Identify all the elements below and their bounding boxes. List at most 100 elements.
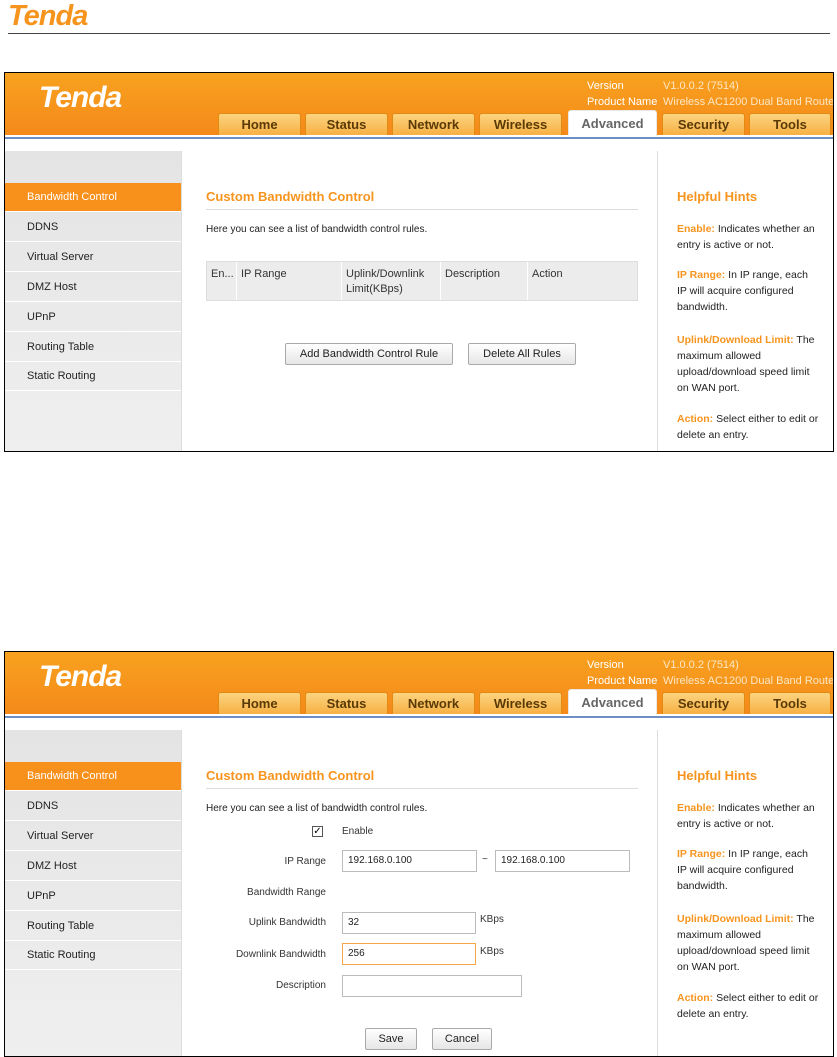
description-label: Description — [275, 980, 326, 991]
version-label: Version — [587, 659, 624, 671]
page-title: Custom Bandwidth Control — [206, 768, 375, 783]
hint-action-term: Action: — [677, 992, 714, 1004]
sidebar-item-dmz-host[interactable]: DMZ Host — [5, 852, 181, 881]
product-name-value: Wireless AC1200 Dual Band Router — [663, 675, 834, 687]
downlink-bandwidth-input[interactable]: 256 — [342, 943, 476, 965]
column-separator — [440, 262, 441, 300]
version-label: Version — [587, 80, 624, 92]
sidebar-item-virtual-server[interactable]: Virtual Server — [5, 243, 181, 272]
column-separator — [341, 262, 342, 300]
delete-all-rules-button[interactable]: Delete All Rules — [468, 343, 576, 365]
tab-tools[interactable]: Tools — [749, 113, 831, 135]
cancel-button[interactable]: Cancel — [432, 1028, 492, 1050]
router-header: Tenda Version V1.0.0.2 (7514) Product Na… — [5, 73, 834, 136]
sidebar-item-virtual-server[interactable]: Virtual Server — [5, 822, 181, 851]
sidebar-item-routing-table[interactable]: Routing Table — [5, 912, 181, 941]
hint-limit: Uplink/Download Limit: The maximum allow… — [677, 332, 819, 396]
hint-limit-term: Uplink/Download Limit: — [677, 913, 794, 925]
tab-advanced[interactable]: Advanced — [568, 689, 657, 715]
tab-network[interactable]: Network — [392, 692, 475, 714]
screenshot-rule-form: Tenda Version V1.0.0.2 (7514) Product Na… — [4, 651, 834, 1057]
helpful-hints-panel: Helpful Hints Enable: Indicates whether … — [659, 151, 833, 451]
ip-range-end-input[interactable]: 192.168.0.100 — [495, 850, 630, 872]
hint-action: Action: Select either to edit or delete … — [677, 990, 819, 1022]
uplink-bandwidth-input[interactable]: 32 — [342, 912, 476, 934]
tab-wireless[interactable]: Wireless — [479, 113, 562, 135]
ip-range-start-input[interactable]: 192.168.0.100 — [342, 850, 477, 872]
tab-security[interactable]: Security — [662, 113, 745, 135]
uplink-unit: KBps — [480, 914, 504, 925]
sidebar-item-dmz-host[interactable]: DMZ Host — [5, 273, 181, 302]
sidebar-item-routing-table[interactable]: Routing Table — [5, 333, 181, 362]
router-logo: Tenda — [39, 81, 122, 114]
tab-security[interactable]: Security — [662, 692, 745, 714]
hint-ip-range-term: IP Range: — [677, 269, 726, 281]
document-logo: Tenda — [8, 0, 88, 32]
router-logo: Tenda — [39, 660, 122, 693]
tab-status[interactable]: Status — [305, 113, 388, 135]
hint-enable: Enable: Indicates whether an entry is ac… — [677, 221, 819, 253]
sidebar: Bandwidth Control DDNS Virtual Server DM… — [5, 730, 181, 1056]
column-separator — [527, 262, 528, 300]
helpful-hints-panel: Helpful Hints Enable: Indicates whether … — [659, 730, 833, 1056]
ip-range-label: IP Range — [284, 856, 326, 867]
product-name-value: Wireless AC1200 Dual Band Router — [663, 96, 834, 108]
version-value: V1.0.0.2 (7514) — [663, 659, 739, 671]
column-separator — [236, 262, 237, 300]
column-header-description: Description — [445, 268, 501, 280]
tab-advanced[interactable]: Advanced — [568, 110, 657, 136]
hint-ip-range-term: IP Range: — [677, 848, 726, 860]
router-header: Tenda Version V1.0.0.2 (7514) Product Na… — [5, 652, 834, 715]
sidebar-item-static-routing[interactable]: Static Routing — [5, 941, 181, 970]
save-button[interactable]: Save — [365, 1028, 417, 1050]
sidebar: Bandwidth Control DDNS Virtual Server DM… — [5, 151, 181, 451]
downlink-unit: KBps — [480, 946, 504, 957]
downlink-bandwidth-label: Downlink Bandwidth — [235, 949, 326, 960]
product-name-label: Product Name — [587, 96, 658, 108]
main-content: Custom Bandwidth Control Here you can se… — [181, 730, 658, 1056]
enable-label: Enable — [342, 826, 374, 837]
hint-action-term: Action: — [677, 413, 714, 425]
product-name-label: Product Name — [587, 675, 658, 687]
hint-ip-range: IP Range: In IP range, each IP will acqu… — [677, 846, 819, 894]
hint-enable-term: Enable: — [677, 802, 715, 814]
sidebar-item-bandwidth-control[interactable]: Bandwidth Control — [5, 183, 181, 212]
sidebar-item-ddns[interactable]: DDNS — [5, 792, 181, 821]
sidebar-item-static-routing[interactable]: Static Routing — [5, 362, 181, 391]
sidebar-item-ddns[interactable]: DDNS — [5, 213, 181, 242]
checkmark-icon: ✓ — [313, 826, 322, 837]
rules-table-header: En... IP Range Uplink/Downlink Limit(KBp… — [206, 261, 638, 301]
header-divider — [5, 714, 833, 718]
tab-network[interactable]: Network — [392, 113, 475, 135]
tab-home[interactable]: Home — [218, 692, 301, 714]
tab-wireless[interactable]: Wireless — [479, 692, 562, 714]
enable-checkbox[interactable]: ✓ — [312, 826, 323, 837]
column-header-ip-range: IP Range — [241, 268, 287, 280]
description-input[interactable] — [342, 975, 522, 997]
column-header-enable: En... — [211, 268, 234, 280]
hint-ip-range: IP Range: In IP range, each IP will acqu… — [677, 267, 819, 315]
hint-limit-term: Uplink/Download Limit: — [677, 334, 794, 346]
header-divider — [5, 135, 833, 139]
tab-status[interactable]: Status — [305, 692, 388, 714]
tab-home[interactable]: Home — [218, 113, 301, 135]
tab-tools[interactable]: Tools — [749, 692, 831, 714]
column-header-limit: Uplink/Downlink Limit(KBps) — [346, 268, 425, 295]
sidebar-item-bandwidth-control[interactable]: Bandwidth Control — [5, 762, 181, 791]
page-title: Custom Bandwidth Control — [206, 189, 375, 204]
title-divider — [206, 209, 638, 210]
hint-limit: Uplink/Download Limit: The maximum allow… — [677, 911, 819, 975]
uplink-bandwidth-label: Uplink Bandwidth — [248, 917, 326, 928]
add-rule-button[interactable]: Add Bandwidth Control Rule — [285, 343, 453, 365]
hint-action: Action: Select either to edit or delete … — [677, 411, 819, 443]
sidebar-item-upnp[interactable]: UPnP — [5, 303, 181, 332]
intro-text: Here you can see a list of bandwidth con… — [206, 803, 428, 814]
intro-text: Here you can see a list of bandwidth con… — [206, 224, 428, 235]
hint-enable-term: Enable: — [677, 223, 715, 235]
document-header-rule — [8, 33, 830, 34]
sidebar-item-upnp[interactable]: UPnP — [5, 882, 181, 911]
hint-enable: Enable: Indicates whether an entry is ac… — [677, 800, 819, 832]
ip-range-separator: ~ — [482, 854, 488, 865]
version-value: V1.0.0.2 (7514) — [663, 80, 739, 92]
column-header-action: Action — [532, 268, 563, 280]
